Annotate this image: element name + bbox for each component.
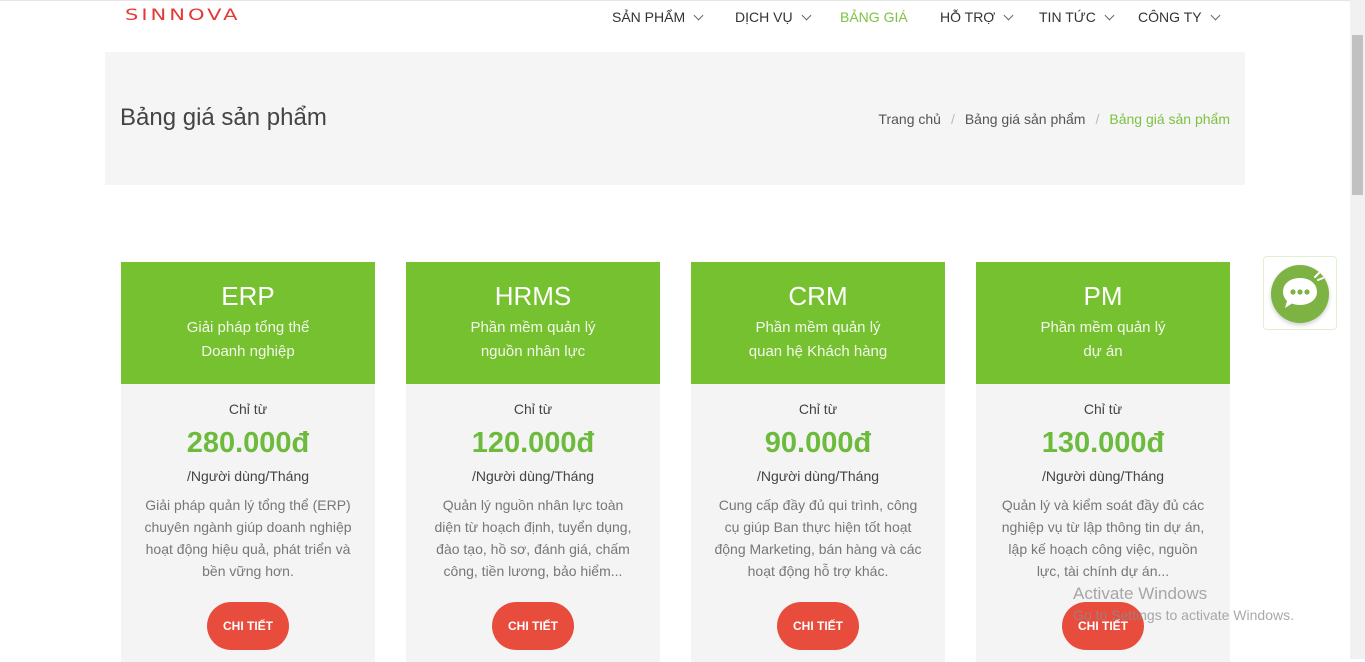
page-title: Bảng giá sản phẩm — [120, 104, 327, 131]
card-description: Giải pháp quản lý tổng thể (ERP) chuyên … — [144, 497, 352, 579]
breadcrumb-separator: / — [950, 111, 955, 127]
card-description: Quản lý và kiểm soát đầy đủ các nghiệp v… — [1001, 497, 1205, 579]
chevron-down-icon — [1003, 10, 1014, 20]
price-prefix: Chỉ từ — [1083, 401, 1123, 417]
main-nav: SẢN PHẨM DỊCH VỤ BẢNG GIÁ HỖ TRỢ TIN TỨC… — [0, 1, 1350, 37]
page-scrollbar[interactable] — [1350, 0, 1365, 659]
breadcrumb-current: Bảng giá sản phẩm — [1109, 111, 1230, 127]
card-description: Cung cấp đầy đủ qui trình, công cụ giúp … — [714, 497, 922, 579]
breadcrumb-separator: / — [1095, 111, 1100, 127]
nav-label: BẢNG GIÁ — [840, 9, 908, 25]
scrollbar-thumb[interactable] — [1352, 35, 1363, 195]
nav-item-dich-vu[interactable]: DỊCH VỤ — [735, 9, 812, 25]
nav-item-tin-tuc[interactable]: TIN TỨC — [1039, 9, 1115, 25]
nav-item-cong-ty[interactable]: CÔNG TY — [1138, 9, 1220, 25]
card-header: ERP Giải pháp tổng thể Doanh nghiệp — [121, 262, 375, 384]
detail-button[interactable]: CHI TIẾT — [492, 602, 574, 650]
breadcrumb-home-link[interactable]: Trang chủ — [878, 111, 941, 127]
card-subtitle-line2: Doanh nghiệp — [201, 343, 295, 360]
nav-label: SẢN PHẨM — [612, 9, 686, 25]
card-body: Chỉ từ 120.000đ /Người dùng/Tháng Quản l… — [406, 384, 660, 650]
pricing-card-crm: CRM Phần mềm quản lý quan hệ Khách hàng … — [691, 262, 945, 662]
price-value: 120.000đ — [471, 427, 595, 459]
card-subtitle: Giải pháp tổng thể Doanh nghiệp — [121, 316, 375, 364]
nav-item-san-pham[interactable]: SẢN PHẨM — [612, 9, 704, 25]
card-subtitle: Phần mềm quản lý dự án — [976, 316, 1230, 364]
chevron-down-icon — [1104, 10, 1115, 20]
card-product-name: CRM — [788, 281, 848, 311]
breadcrumb-parent-link[interactable]: Bảng giá sản phẩm — [965, 111, 1086, 127]
price-unit: /Người dùng/Tháng — [1041, 468, 1165, 484]
card-subtitle-line1: Phần mềm quản lý — [470, 319, 596, 336]
nav-item-ho-tro[interactable]: HỖ TRỢ — [940, 9, 1014, 25]
chevron-down-icon — [693, 10, 704, 20]
price-unit: /Người dùng/Tháng — [186, 468, 310, 484]
card-subtitle-line2: dự án — [1083, 343, 1123, 360]
detail-button[interactable]: CHI TIẾT — [777, 602, 859, 650]
nav-label: TIN TỨC — [1039, 9, 1096, 25]
breadcrumb: Trang chủ / Bảng giá sản phẩm / Bảng giá… — [878, 111, 1230, 127]
pricing-card-erp: ERP Giải pháp tổng thể Doanh nghiệp Chỉ … — [121, 262, 375, 662]
card-subtitle: Phần mềm quản lý nguồn nhân lực — [406, 316, 660, 364]
card-body: Chỉ từ 90.000đ /Người dùng/Tháng Cung cấ… — [691, 384, 945, 650]
chat-widget-button[interactable] — [1263, 256, 1337, 330]
nav-label: DỊCH VỤ — [735, 9, 793, 25]
price-value: 280.000đ — [186, 427, 310, 459]
windows-activation-title: Activate Windows — [1073, 584, 1208, 603]
windows-activation-subtitle: Go to Settings to activate Windows. — [1073, 607, 1294, 623]
card-subtitle-line2: quan hệ Khách hàng — [748, 343, 888, 360]
card-subtitle-line1: Phần mềm quản lý — [1040, 319, 1166, 336]
card-product-name: PM — [1083, 281, 1123, 311]
chat-icon — [1271, 265, 1329, 323]
price-value: 130.000đ — [1041, 427, 1165, 459]
card-product-name: ERP — [221, 281, 275, 311]
card-header: CRM Phần mềm quản lý quan hệ Khách hàng — [691, 262, 945, 384]
price-value: 90.000đ — [764, 427, 872, 459]
card-subtitle-line2: nguồn nhân lực — [480, 343, 586, 360]
price-unit: /Người dùng/Tháng — [471, 468, 595, 484]
card-subtitle-line1: Giải pháp tổng thể — [186, 319, 310, 336]
page-banner: Bảng giá sản phẩm Trang chủ / Bảng giá s… — [105, 52, 1245, 185]
card-subtitle: Phần mềm quản lý quan hệ Khách hàng — [691, 316, 945, 364]
site-header: SINNOVA SẢN PHẨM DỊCH VỤ BẢNG GIÁ HỖ TRỢ… — [0, 0, 1350, 41]
price-prefix: Chỉ từ — [798, 401, 838, 417]
card-body: Chỉ từ 280.000đ /Người dùng/Tháng Giải p… — [121, 384, 375, 650]
price-prefix: Chỉ từ — [513, 401, 553, 417]
chevron-down-icon — [1210, 10, 1220, 20]
detail-button[interactable]: CHI TIẾT — [207, 602, 289, 650]
card-header: HRMS Phần mềm quản lý nguồn nhân lực — [406, 262, 660, 384]
card-subtitle-line1: Phần mềm quản lý — [755, 319, 881, 336]
price-unit: /Người dùng/Tháng — [756, 468, 880, 484]
pricing-card-hrms: HRMS Phần mềm quản lý nguồn nhân lực Chỉ… — [406, 262, 660, 662]
card-header: PM Phần mềm quản lý dự án — [976, 262, 1230, 384]
nav-item-bang-gia[interactable]: BẢNG GIÁ — [840, 9, 908, 25]
nav-label: HỖ TRỢ — [940, 9, 996, 25]
card-product-name: HRMS — [494, 281, 572, 311]
nav-label: CÔNG TY — [1138, 9, 1202, 25]
price-prefix: Chỉ từ — [228, 401, 268, 417]
card-description: Quản lý nguồn nhân lực toàn diện từ hoạc… — [434, 497, 632, 579]
chevron-down-icon — [801, 10, 812, 20]
